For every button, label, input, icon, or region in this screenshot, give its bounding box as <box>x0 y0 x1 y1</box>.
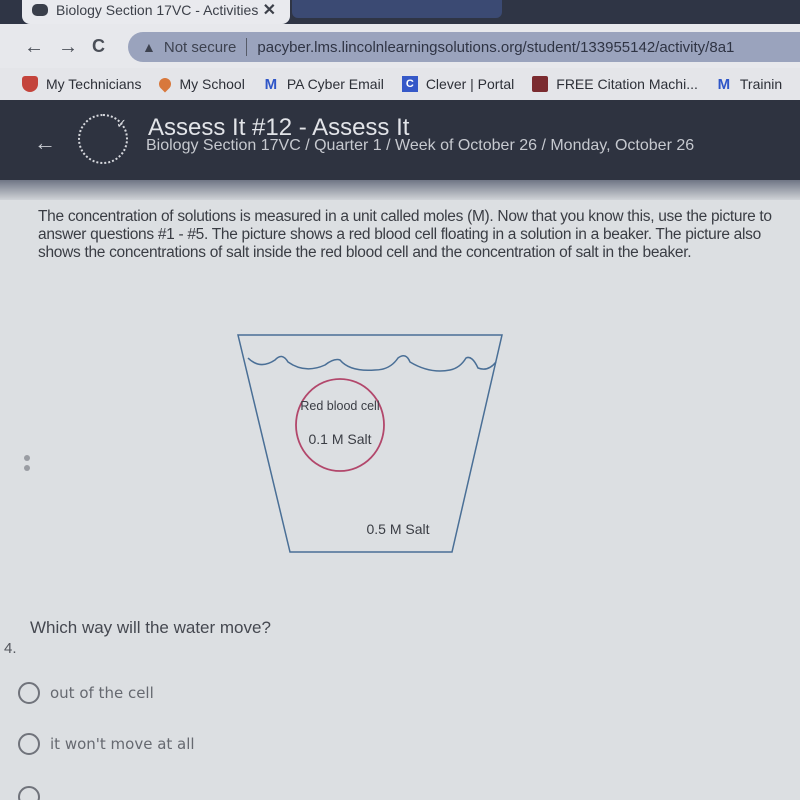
bookmark-my-school[interactable]: My School <box>156 75 245 93</box>
question-number: 4. <box>4 640 17 657</box>
screen: Biology Section 17VC - Activities ✕ ← → … <box>0 0 800 800</box>
answer-option[interactable]: it won't move at all <box>18 733 195 755</box>
radio-button[interactable] <box>18 733 40 755</box>
reload-icon[interactable]: C <box>92 36 105 57</box>
checkmark-icon: ✓ <box>116 116 127 131</box>
site-favicon-icon <box>32 4 48 16</box>
gmail-icon: M <box>717 75 731 93</box>
bookmark-label: PA Cyber Email <box>286 76 384 92</box>
red-blood-cell <box>295 378 385 472</box>
answer-option-label[interactable]: it won't move at all <box>50 735 195 753</box>
address-bar[interactable]: ▲ Not secure pacyber.lms.lincolnlearning… <box>128 32 800 62</box>
question-content: The concentration of solutions is measur… <box>0 200 800 800</box>
location-pin-icon <box>156 75 174 93</box>
cell-concentration: 0.1 M Salt <box>308 431 371 447</box>
question-text: Which way will the water move? <box>30 618 271 637</box>
header-shadow <box>0 180 800 202</box>
tab-title: Biology Section 17VC - Activities <box>56 2 259 18</box>
scroll-dots <box>24 455 32 475</box>
bookmark-pa-cyber-email[interactable]: M PA Cyber Email <box>263 75 384 93</box>
citation-machine-icon <box>532 76 549 92</box>
gmail-icon: M <box>264 75 278 93</box>
warning-triangle-icon[interactable]: ▲ <box>142 39 156 55</box>
beaker-diagram: Red blood cell 0.1 M Salt 0.5 M Salt <box>237 334 503 553</box>
browser-tab-active[interactable]: Biology Section 17VC - Activities ✕ <box>22 0 290 24</box>
breadcrumb: Biology Section 17VC / Quarter 1 / Week … <box>146 137 695 154</box>
bookmark-clever-portal[interactable]: C Clever | Portal <box>401 76 515 92</box>
bookmark-my-technicians[interactable]: My Technicians <box>22 76 141 92</box>
bookmarks-bar: My Technicians My School M PA Cyber Emai… <box>0 68 800 100</box>
cell-label: Red blood cell <box>300 399 379 413</box>
radio-button[interactable] <box>18 786 40 800</box>
bookmark-label: Clever | Portal <box>425 76 515 92</box>
back-arrow-icon[interactable]: ← <box>24 36 44 59</box>
url-text[interactable]: pacyber.lms.lincolnlearningsolutions.org… <box>257 39 734 56</box>
bookmark-training[interactable]: M Trainin <box>716 75 783 93</box>
clever-icon: C <box>401 76 418 92</box>
security-label[interactable]: Not secure <box>164 39 237 56</box>
browser-toolbar: ← → C ▲ Not secure pacyber.lms.lincolnle… <box>0 24 800 68</box>
answer-option-label[interactable]: out of the cell <box>50 684 154 702</box>
shield-icon <box>22 76 38 92</box>
close-tab-icon[interactable]: ✕ <box>263 0 276 20</box>
beaker-concentration: 0.5 M Salt <box>366 521 429 537</box>
address-divider <box>246 38 248 56</box>
bookmark-label: FREE Citation Machi... <box>556 76 698 92</box>
bookmark-label: My Technicians <box>46 76 142 92</box>
answer-option-partial[interactable] <box>18 786 50 800</box>
browser-tab-inactive[interactable] <box>292 0 502 18</box>
bookmark-citation-machine[interactable]: FREE Citation Machi... <box>532 76 698 92</box>
answer-option[interactable]: out of the cell <box>18 682 154 704</box>
back-arrow-icon[interactable]: ← <box>34 130 56 156</box>
intro-paragraph: The concentration of solutions is measur… <box>38 208 772 261</box>
radio-button[interactable] <box>18 682 40 704</box>
bookmark-label: My School <box>179 76 245 92</box>
forward-arrow-icon[interactable]: → <box>58 36 78 59</box>
water-surface <box>247 355 497 372</box>
activity-header: ← ✓ Assess It #12 - Assess It Biology Se… <box>0 100 800 185</box>
bookmark-label: Trainin <box>739 76 783 92</box>
